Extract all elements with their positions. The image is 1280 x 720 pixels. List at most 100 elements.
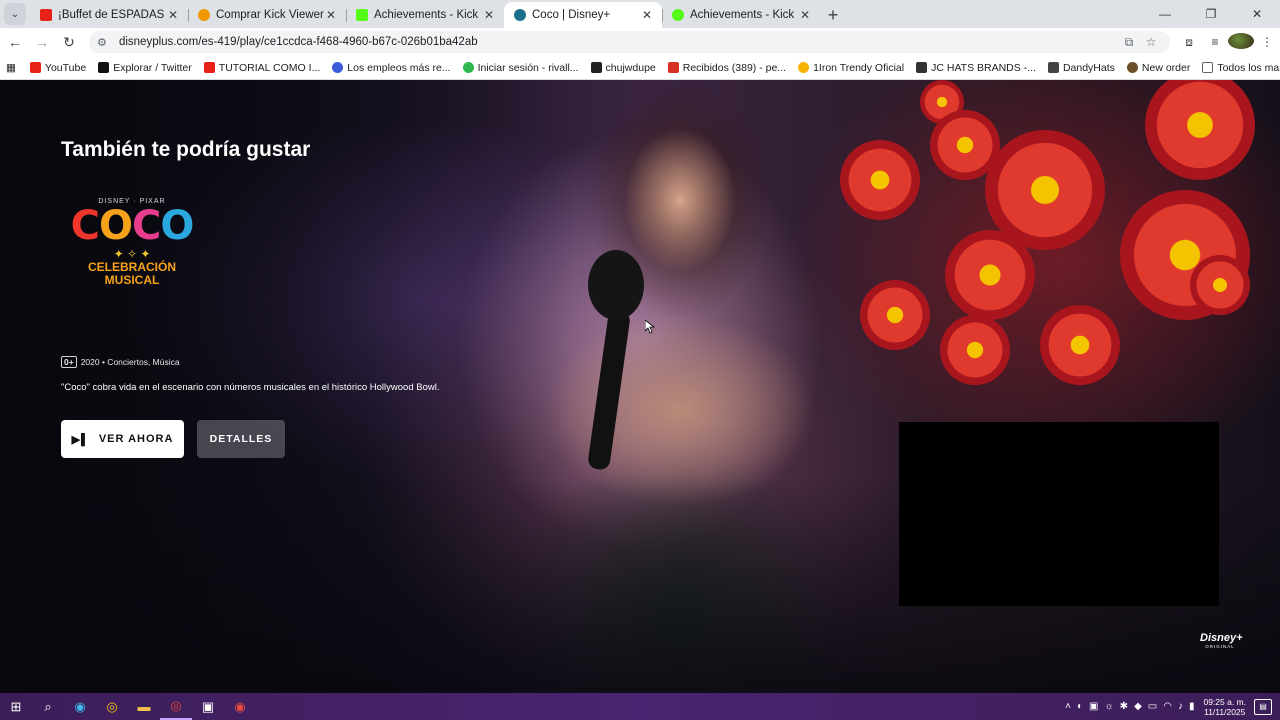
back-icon[interactable]: ← <box>3 30 27 54</box>
age-rating-badge: 0+ <box>61 356 77 368</box>
chrome-active-icon[interactable]: ◎ <box>160 693 192 720</box>
tab-strip: ⌄ ¡Buffet de ESPADAS BRASILEÑAS ✕ Compra… <box>0 0 1280 28</box>
new-tab-button[interactable]: + <box>820 2 846 28</box>
tab-kick-viewers[interactable]: Comprar Kick Viewers en línea ✕ <box>188 2 346 28</box>
address-bar[interactable]: ⚙ disneyplus.com/es-419/play/ce1ccdca-f4… <box>88 31 1171 53</box>
search-icon[interactable]: ⌕ <box>32 693 64 720</box>
windows-start-icon[interactable]: ⊞ <box>0 693 32 720</box>
bookmark-iron-trendy[interactable]: 1Iron Trendy Oficial <box>798 62 904 74</box>
tray-icon[interactable]: ▣ <box>1089 701 1098 712</box>
mouse-cursor-icon <box>645 320 655 334</box>
watch-now-label: VER AHORA <box>98 433 174 445</box>
network-icon[interactable]: ◠ <box>1163 701 1172 712</box>
tab-kick-dashboard-2[interactable]: Achievements - Kick Dashboard ✕ <box>662 2 820 28</box>
title-metadata: 0+ 2020 • Conciertos, Música <box>61 356 180 368</box>
tray-icon[interactable]: ☼ <box>1105 701 1114 712</box>
coco-title-logo: DISNEY · PIXAR COCO ✦ ✧ ✦ CELEBRACIÓN MU… <box>60 198 204 308</box>
bluetooth-icon[interactable]: ✱ <box>1120 701 1128 712</box>
tab-buffet[interactable]: ¡Buffet de ESPADAS BRASILEÑAS ✕ <box>30 2 188 28</box>
tab-search-icon[interactable]: ⌄ <box>4 3 26 25</box>
apps-grid-icon[interactable]: ▦ <box>6 62 16 74</box>
show-hidden-icons[interactable]: ˄ <box>1065 701 1071 712</box>
bookmark-dandyhats[interactable]: DandyHats <box>1047 62 1115 74</box>
battery-icon[interactable]: ▭ <box>1148 701 1157 712</box>
close-tab-icon[interactable]: ✕ <box>324 8 338 22</box>
folder-icon <box>1202 62 1214 73</box>
youtube-icon <box>29 62 41 73</box>
tab-title: Comprar Kick Viewers en línea <box>216 9 324 21</box>
bookmark-youtube[interactable]: YouTube <box>29 62 86 74</box>
app-icon[interactable]: ▣ <box>192 693 224 720</box>
minimize-icon[interactable]: — <box>1142 0 1188 28</box>
tab-title: Achievements - Kick Dashboard <box>690 9 798 21</box>
volume-icon[interactable]: ♪ <box>1178 701 1183 712</box>
row-title: También te podría gustar <box>61 138 311 161</box>
tab-title: Coco | Disney+ <box>532 9 611 21</box>
guitar-icon: ✦ ✧ ✦ <box>113 247 151 261</box>
next-up-preview[interactable] <box>899 422 1219 606</box>
site-icon <box>916 62 928 73</box>
close-tab-icon[interactable]: ✕ <box>640 8 654 22</box>
tab-title: Achievements - Kick Dashboard <box>374 9 482 21</box>
chrome-icon[interactable]: ◎ <box>96 693 128 720</box>
site-info-icon[interactable]: ⚙ <box>97 36 113 49</box>
microphone-icon[interactable]: ▮ <box>1189 701 1195 712</box>
youtube-favicon-icon <box>40 9 52 21</box>
site-icon <box>332 62 344 73</box>
bookmark-jc-hats[interactable]: JC HATS BRANDS -... <box>916 62 1036 74</box>
tab-kick-dashboard-1[interactable]: Achievements - Kick Dashboard ✕ <box>346 2 504 28</box>
bookmark-iniciar-sesion[interactable]: Iniciar sesión - rivall... <box>462 62 579 74</box>
bookmark-twitter[interactable]: Explorar / Twitter <box>98 62 192 74</box>
disney-original-badge: Disney+ ORIGINAL <box>1200 632 1243 649</box>
year-genres: 2020 • Conciertos, Música <box>80 357 180 367</box>
x-twitter-icon <box>98 62 110 73</box>
clock[interactable]: 09:25 a. m. 11/11/2025 <box>1203 697 1246 717</box>
bookmark-gmail[interactable]: Recibidos (389) - pe... <box>667 62 786 74</box>
bookmark-tutorial[interactable]: TUTORIAL COMO I... <box>203 62 320 74</box>
lightbulb-icon <box>798 62 810 73</box>
close-window-icon[interactable]: ✕ <box>1234 0 1280 28</box>
menu-icon[interactable]: ⋮ <box>1254 35 1280 49</box>
window-controls: — ❐ ✕ <box>1142 0 1280 28</box>
title-description: "Coco" cobra vida en el escenario con nú… <box>61 382 440 393</box>
bookmark-new-order[interactable]: New order <box>1126 62 1190 74</box>
disney-favicon-icon <box>514 9 526 21</box>
bookmark-chujwdupe[interactable]: chujwdupe <box>590 62 656 74</box>
reload-icon[interactable]: ↻ <box>57 30 81 54</box>
close-tab-icon[interactable]: ✕ <box>166 8 180 22</box>
youtube-icon <box>203 62 215 73</box>
gmail-icon <box>667 62 679 73</box>
all-bookmarks[interactable]: Todos los marcadores <box>1202 62 1280 74</box>
site-icon <box>590 62 602 73</box>
site-icon <box>1047 62 1059 73</box>
forward-icon[interactable]: → <box>30 30 54 54</box>
extensions-icon[interactable]: ⧈ <box>1176 35 1202 50</box>
close-tab-icon[interactable]: ✕ <box>482 8 496 22</box>
disney-player-end-card: También te podría gustar DISNEY · PIXAR … <box>0 80 1280 693</box>
cast-icon[interactable]: ⧉ <box>1118 35 1140 50</box>
details-button[interactable]: DETALLES <box>197 420 285 458</box>
kick-favicon-icon <box>356 9 368 21</box>
edge-icon[interactable]: ◉ <box>64 693 96 720</box>
site-icon <box>1126 62 1138 73</box>
bookmark-star-icon[interactable]: ☆ <box>1140 35 1162 49</box>
watch-now-button[interactable]: ▶▌ VER AHORA <box>61 420 184 458</box>
windows-taskbar: ⊞ ⌕ ◉ ◎ ▬ ◎ ▣ ◉ ˄ ◐ ▣ ☼ ✱ ◆ ▭ ◠ ♪ ▮ 09:2… <box>0 693 1280 720</box>
bookmarks-bar: ▦ YouTube Explorar / Twitter TUTORIAL CO… <box>0 56 1280 80</box>
file-explorer-icon[interactable]: ▬ <box>128 693 160 720</box>
site-favicon-icon <box>198 9 210 21</box>
close-tab-icon[interactable]: ✕ <box>798 8 812 22</box>
restore-icon[interactable]: ❐ <box>1188 0 1234 28</box>
url-text[interactable]: disneyplus.com/es-419/play/ce1ccdca-f468… <box>119 36 1118 48</box>
notifications-icon[interactable]: ▤ <box>1254 698 1272 715</box>
tab-title: ¡Buffet de ESPADAS BRASILEÑAS <box>58 9 166 21</box>
bookmark-empleos[interactable]: Los empleos más re... <box>332 62 451 74</box>
reading-list-icon[interactable]: ≡ <box>1202 35 1228 49</box>
tray-icon[interactable]: ◐ <box>1077 701 1083 712</box>
kick-favicon-icon <box>672 9 684 21</box>
app-icon-2[interactable]: ◉ <box>224 693 256 720</box>
tray-icon[interactable]: ◆ <box>1134 701 1142 712</box>
profile-avatar[interactable] <box>1228 32 1255 52</box>
tab-disney-coco[interactable]: Coco | Disney+ ✕ <box>504 2 662 28</box>
site-icon <box>462 62 474 73</box>
